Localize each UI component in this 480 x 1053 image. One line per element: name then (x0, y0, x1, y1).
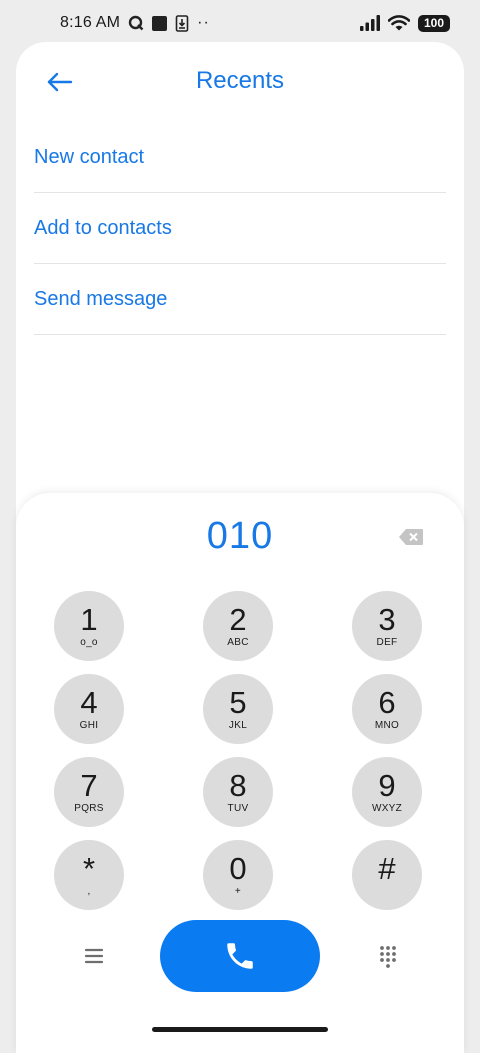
key-digit: * (82, 850, 96, 886)
key-letters: GHI (79, 719, 99, 731)
key-letters: DEF (376, 636, 398, 648)
key-hash[interactable]: # (352, 840, 422, 910)
key-letters: PQRS (74, 802, 104, 814)
key-4[interactable]: 4 GHI (54, 674, 124, 744)
key-letters: ABC (227, 636, 249, 648)
status-bar: 8:16 AM ·· 100 (0, 0, 480, 46)
key-digit: 6 (378, 684, 396, 720)
key-digit: 8 (229, 767, 247, 803)
new-contact-item[interactable]: New contact (34, 122, 446, 193)
key-letters: , (87, 885, 91, 897)
key-1[interactable]: 1 o_o (54, 591, 124, 661)
home-indicator[interactable] (152, 1027, 328, 1032)
key-star[interactable]: * , (54, 840, 124, 910)
add-to-contacts-item[interactable]: Add to contacts (34, 193, 446, 264)
key-letters: MNO (374, 719, 400, 731)
key-letters: JKL (228, 719, 248, 731)
key-digit: 9 (378, 767, 396, 803)
phone-icon (227, 943, 253, 969)
key-digit: 7 (80, 767, 98, 803)
key-digit: 1 (80, 601, 98, 637)
backspace-icon[interactable] (398, 527, 424, 547)
key-digit: 0 (229, 850, 247, 886)
hamburger-menu-icon[interactable] (82, 944, 106, 968)
key-digit: 4 (80, 684, 98, 720)
key-digit: 3 (378, 601, 396, 637)
signal-icon (360, 15, 380, 31)
status-right: 100 (360, 14, 450, 32)
dialer-panel: 010 1 o_o 2 ABC 3 DEF 4 GHI 5 JKL 6 MNO (16, 493, 464, 1053)
key-7[interactable]: 7 PQRS (54, 757, 124, 827)
call-button[interactable] (160, 920, 320, 992)
keypad: 1 o_o 2 ABC 3 DEF 4 GHI 5 JKL 6 MNO 7 PQ… (54, 591, 426, 910)
sim-download-icon (175, 14, 189, 32)
key-digit: # (378, 850, 396, 886)
dialpad-icon[interactable] (376, 944, 400, 968)
key-digit: 2 (229, 601, 247, 637)
key-letters: TUV (227, 802, 249, 814)
wifi-icon (388, 15, 410, 31)
key-0[interactable]: 0 + (203, 840, 273, 910)
battery-icon: 100 (418, 14, 450, 32)
key-8[interactable]: 8 TUV (203, 757, 273, 827)
key-9[interactable]: 9 WXYZ (352, 757, 422, 827)
key-letters: o_o (80, 636, 98, 648)
q-app-icon (128, 15, 144, 31)
key-6[interactable]: 6 MNO (352, 674, 422, 744)
key-digit: 5 (229, 684, 247, 720)
key-5[interactable]: 5 JKL (203, 674, 273, 744)
status-left: 8:16 AM ·· (60, 14, 210, 32)
key-2[interactable]: 2 ABC (203, 591, 273, 661)
more-dots-icon: ·· (197, 14, 210, 31)
key-3[interactable]: 3 DEF (352, 591, 422, 661)
key-letters: WXYZ (371, 802, 403, 814)
page-title: Recents (195, 67, 285, 94)
status-time: 8:16 AM (60, 14, 121, 31)
dialed-number: 010 (206, 515, 274, 557)
square-icon (152, 15, 168, 31)
header: Recents (16, 42, 464, 122)
key-letters: + (234, 885, 242, 897)
dialer-actions (16, 920, 464, 992)
send-message-item[interactable]: Send message (34, 264, 446, 335)
actions-menu: New contact Add to contacts Send message (34, 122, 446, 335)
